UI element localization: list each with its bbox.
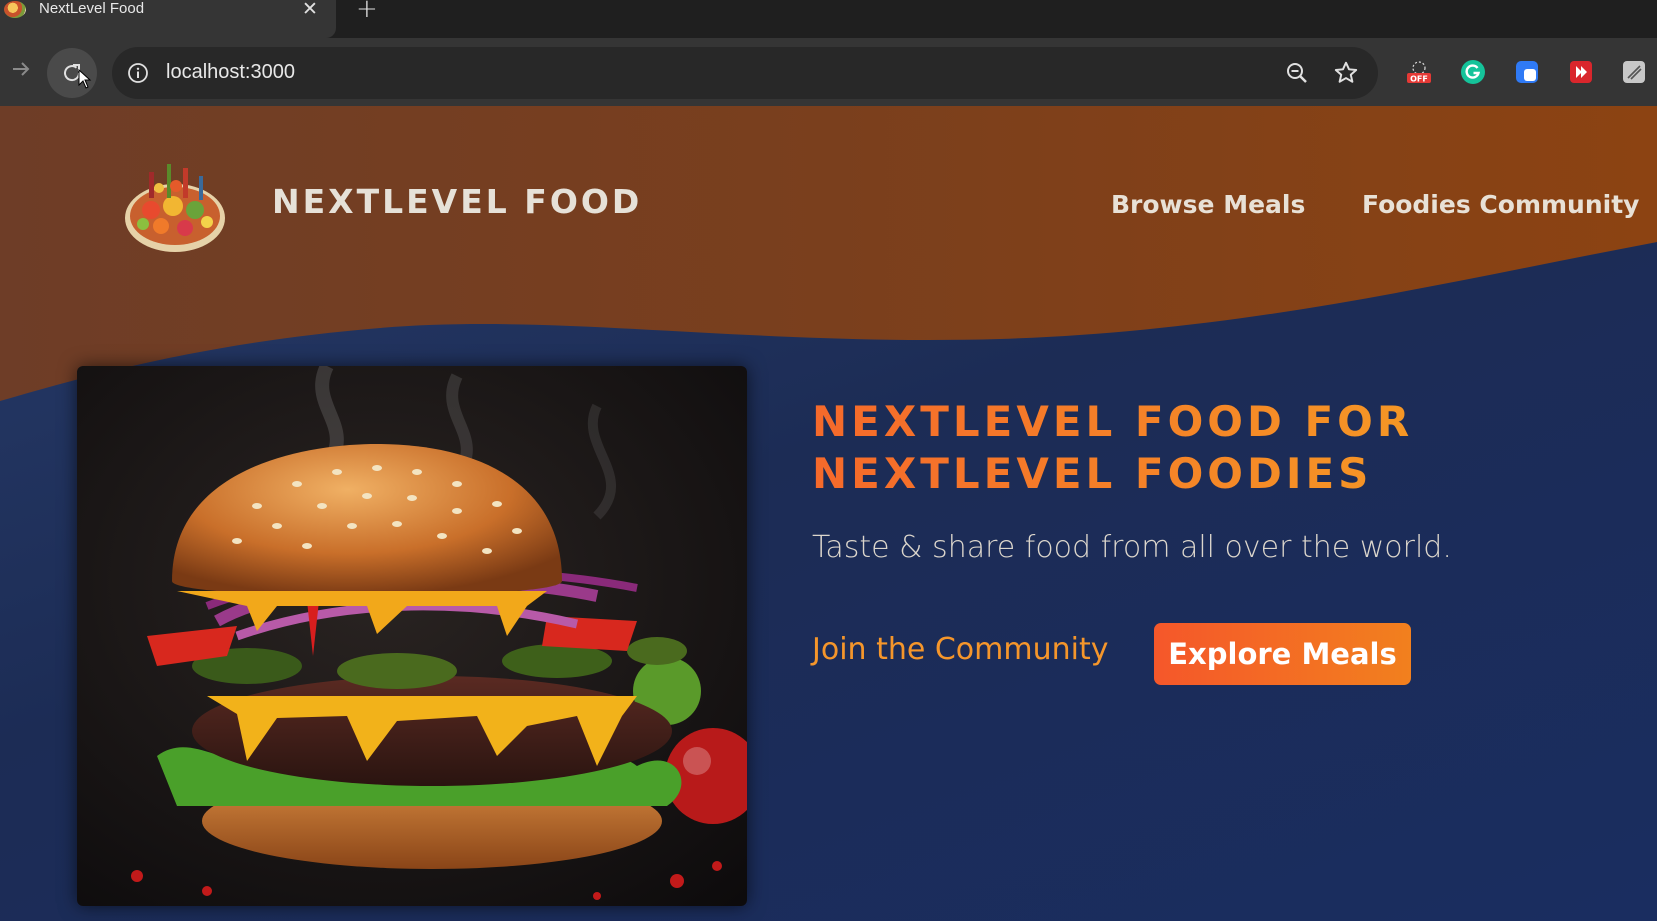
hero-subtitle: Taste & share food from all over the wor… — [812, 530, 1452, 565]
forward-button[interactable] — [8, 58, 34, 84]
blue-extension-icon[interactable] — [1514, 59, 1540, 85]
svg-text:OFF: OFF — [1410, 75, 1428, 84]
mouse-cursor-icon — [78, 69, 92, 89]
address-bar[interactable]: localhost:3000 — [112, 47, 1378, 99]
browser-tab[interactable]: NextLevel Food ✕ — [0, 0, 336, 38]
food-platter-logo — [125, 164, 225, 252]
info-icon[interactable] — [127, 62, 149, 84]
explore-meals-button[interactable]: Explore Meals — [1154, 623, 1411, 685]
logo-text: NEXTLEVEL FOOD — [272, 182, 643, 221]
new-tab-icon[interactable]: + — [356, 0, 378, 24]
hero-title-line1: NEXTLEVEL FOOD FOR — [812, 397, 1414, 446]
close-tab-icon[interactable]: ✕ — [302, 0, 318, 20]
browser-toolbar: localhost:3000 OFF — [0, 38, 1657, 106]
favicon-icon — [4, 1, 26, 18]
browser-window: NextLevel Food ✕ + localhost:3000 OFF NE… — [0, 0, 1657, 921]
arrow-right-icon — [13, 62, 30, 76]
gray-extension-icon[interactable] — [1621, 59, 1647, 85]
url-text[interactable]: localhost:3000 — [166, 61, 295, 84]
hero-burger-image — [77, 366, 747, 906]
grammarly-icon[interactable] — [1460, 59, 1486, 85]
tab-title: NextLevel Food — [39, 0, 145, 17]
nav-foodies-community[interactable]: Foodies Community — [1362, 190, 1639, 219]
bookmark-star-icon[interactable] — [1333, 60, 1359, 86]
page-content: NEXTLEVEL FOOD Browse Meals Foodies Comm… — [0, 106, 1657, 921]
join-community-link[interactable]: Join the Community — [812, 632, 1108, 667]
hero-title-line2: NEXTLEVEL FOODIES — [812, 449, 1373, 498]
nav-browse-meals[interactable]: Browse Meals — [1111, 190, 1305, 219]
zoom-out-icon[interactable] — [1285, 61, 1309, 85]
off-extension-icon[interactable]: OFF — [1406, 59, 1432, 85]
hero-title: NEXTLEVEL FOOD FOR NEXTLEVEL FOODIES — [812, 396, 1612, 500]
red-extension-icon[interactable] — [1568, 59, 1594, 85]
tab-strip: NextLevel Food ✕ + — [0, 0, 1657, 38]
